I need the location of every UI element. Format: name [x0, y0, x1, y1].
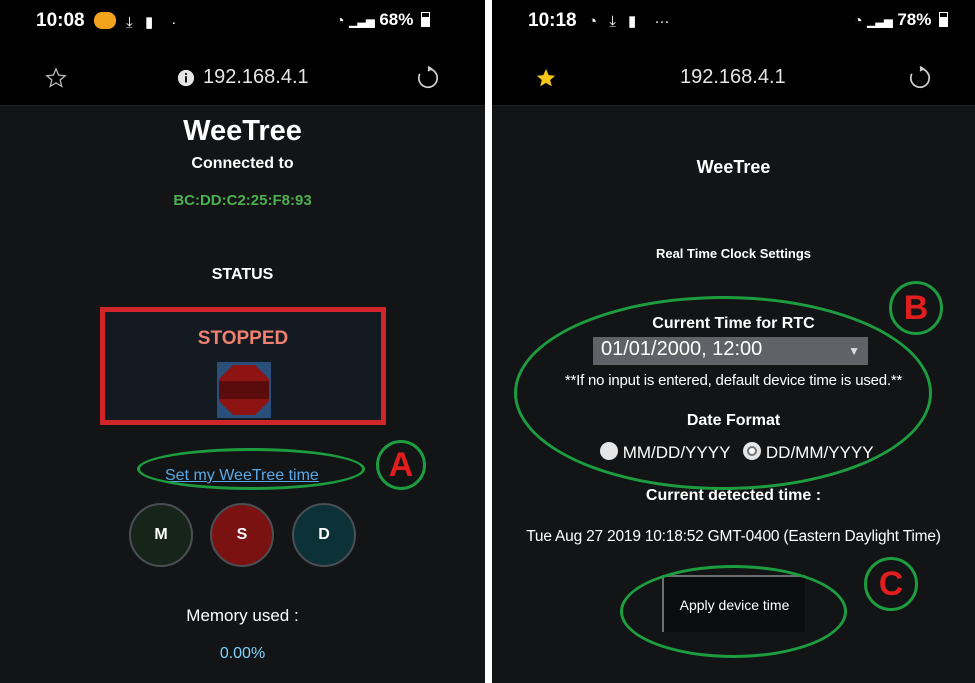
wifi-icon: ◔: [854, 12, 863, 28]
stop-octagon-icon[interactable]: [217, 362, 271, 418]
status-right: ◔ ▁▃▅ 78%: [854, 10, 949, 30]
mac-address: BC:DD:C2:25:F8:93: [173, 192, 312, 209]
status-bar: 10:18 ◔ ⤓ ▮ ··· ◔ ▁▃▅ 78%: [492, 0, 975, 50]
mode-s-label: S: [236, 526, 248, 543]
notification-app-icon: [94, 12, 116, 29]
status-heading: STATUS: [211, 266, 274, 283]
browser-url-bar: 192.168.4.1: [0, 50, 485, 106]
site-info-button[interactable]: [173, 62, 199, 94]
wifi-icon: ◔: [588, 13, 598, 30]
browser-url-bar: 192.168.4.1: [492, 50, 975, 106]
annotation-ellipse-b: [514, 296, 932, 490]
right-phone-screen: 10:18 ◔ ⤓ ▮ ··· ◔ ▁▃▅ 78% 192.168.4.1 We…: [492, 0, 975, 683]
reload-button[interactable]: [412, 62, 444, 94]
url-text[interactable]: 192.168.4.1: [680, 66, 786, 89]
detected-time-value: Tue Aug 27 2019 10:18:52 GMT-0400 (Easte…: [526, 528, 941, 545]
annotation-label-b: B: [889, 281, 943, 335]
status-right: ◔ ▁▃▅ 68%: [336, 10, 431, 30]
status-box: STOPPED: [100, 307, 386, 425]
annotation-label-a: A: [376, 440, 426, 490]
status-stopped-text: STOPPED: [197, 328, 289, 349]
rtc-section-title: Real Time Clock Settings: [655, 246, 812, 261]
status-time: 10:18: [528, 10, 577, 31]
star-filled-icon: [536, 68, 556, 87]
info-icon: [177, 69, 195, 87]
url-text[interactable]: 192.168.4.1: [203, 66, 309, 89]
battery-icon: [939, 12, 949, 27]
reload-icon: [909, 65, 931, 89]
memory-value: 0.00%: [219, 645, 266, 662]
download-icon: ⤓: [126, 14, 133, 31]
signal-icon: ▁▃▅: [867, 16, 893, 28]
sd-card-icon: ▮: [628, 13, 637, 30]
more-icon: ···: [654, 13, 670, 30]
annotation-ellipse-a: [137, 448, 365, 490]
battery-percent: 78%: [897, 10, 932, 29]
battery-percent: 68%: [379, 10, 414, 29]
annotation-label-c: C: [864, 557, 918, 611]
sd-card-icon: ▮: [144, 14, 154, 31]
mode-m-label: M: [154, 526, 168, 543]
mode-s-button[interactable]: S: [210, 503, 274, 567]
bookmark-star-button[interactable]: [530, 62, 562, 94]
mode-d-label: D: [318, 526, 330, 543]
star-outline-icon: [45, 67, 67, 88]
bookmark-star-button[interactable]: [40, 62, 72, 94]
app-title: WeeTree: [183, 115, 302, 147]
reload-button[interactable]: [904, 62, 936, 94]
battery-icon: [421, 12, 431, 27]
memory-label: Memory used :: [186, 606, 299, 625]
status-time: 10:08: [36, 10, 85, 31]
connected-label: Connected to: [191, 155, 294, 172]
wifi-icon: ◔: [336, 12, 345, 28]
annotation-ellipse-c: [620, 565, 847, 658]
dot-icon: ·: [171, 14, 177, 31]
reload-icon: [417, 65, 439, 89]
app-title: WeeTree: [696, 157, 771, 177]
status-icons: ⤓ ▮ ·: [94, 12, 176, 31]
status-icons: ◔ ⤓ ▮ ···: [588, 12, 669, 30]
signal-icon: ▁▃▅: [349, 16, 375, 28]
download-icon: ⤓: [609, 13, 616, 30]
status-bar: 10:08 ⤓ ▮ · ◔ ▁▃▅ 68%: [0, 0, 485, 50]
mode-d-button[interactable]: D: [292, 503, 356, 567]
mode-m-button[interactable]: M: [129, 503, 193, 567]
left-phone-screen: 10:08 ⤓ ▮ · ◔ ▁▃▅ 68% 192.168.4.1 WeeTre…: [0, 0, 485, 683]
